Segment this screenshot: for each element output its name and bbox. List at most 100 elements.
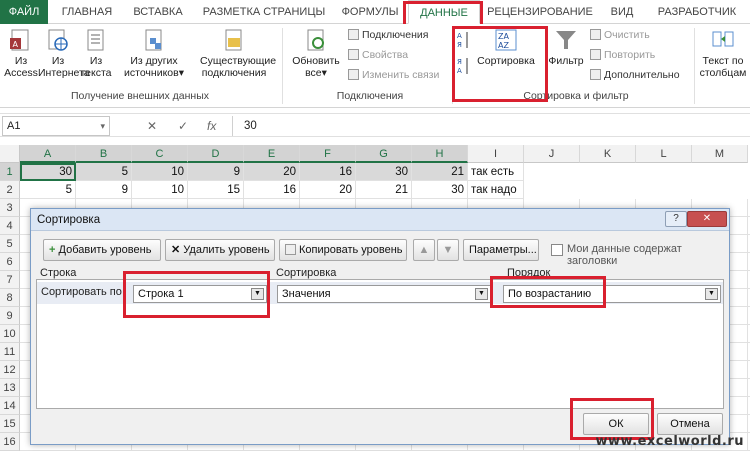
move-up-button[interactable]: ▲ bbox=[413, 239, 435, 261]
column-header-i[interactable]: I bbox=[468, 145, 524, 163]
add-level-button[interactable]: + Добавить уровень bbox=[43, 239, 161, 261]
options-button[interactable]: Параметры... bbox=[463, 239, 539, 261]
cell-b2[interactable]: 9 bbox=[76, 181, 132, 199]
row-header-13[interactable]: 13 bbox=[0, 379, 20, 397]
cell-a2[interactable]: 5 bbox=[20, 181, 76, 199]
cell-e1[interactable]: 20 bbox=[244, 163, 300, 181]
from-web-button[interactable]: Из Интернета bbox=[38, 28, 90, 79]
cell-g2[interactable]: 21 bbox=[356, 181, 412, 199]
copy-level-button[interactable]: Копировать уровень bbox=[279, 239, 407, 261]
row-header-4[interactable]: 4 bbox=[0, 217, 20, 235]
sort-on-value: Значения bbox=[282, 288, 331, 300]
row-header-16[interactable]: 16 bbox=[0, 433, 20, 451]
from-text-button[interactable]: Из текста bbox=[80, 28, 112, 79]
tab-review[interactable]: РЕЦЕНЗИРОВАНИЕ bbox=[486, 0, 594, 24]
clear-label: Очистить bbox=[604, 29, 650, 41]
cell-e2[interactable]: 16 bbox=[244, 181, 300, 199]
column-header-h[interactable]: H bbox=[412, 145, 468, 163]
tab-file[interactable]: ФАЙЛ bbox=[0, 0, 48, 24]
row-header-3[interactable]: 3 bbox=[0, 199, 20, 217]
cell-b1[interactable]: 5 bbox=[76, 163, 132, 181]
tab-insert[interactable]: ВСТАВКА bbox=[124, 0, 192, 24]
row-header-14[interactable]: 14 bbox=[0, 397, 20, 415]
cell-h2[interactable]: 30 bbox=[412, 181, 468, 199]
cell-d2[interactable]: 15 bbox=[188, 181, 244, 199]
advanced-icon bbox=[590, 69, 601, 80]
cell-h1[interactable]: 21 bbox=[412, 163, 468, 181]
row-header-11[interactable]: 11 bbox=[0, 343, 20, 361]
properties-button[interactable]: Свойства bbox=[348, 48, 408, 63]
row-header-10[interactable]: 10 bbox=[0, 325, 20, 343]
row-header-7[interactable]: 7 bbox=[0, 271, 20, 289]
cell-f1[interactable]: 16 bbox=[300, 163, 356, 181]
row-header-6[interactable]: 6 bbox=[0, 253, 20, 271]
formula-bar: A1 ▾ ✕ ✓ fx 30 bbox=[0, 113, 750, 137]
filter-button[interactable]: Фильтр bbox=[546, 28, 586, 67]
select-all-corner[interactable] bbox=[0, 145, 20, 163]
ribbon: A Из Access Из Интернета Из текста Из др… bbox=[0, 24, 750, 108]
row-header-5[interactable]: 5 bbox=[0, 235, 20, 253]
from-other-sources-button[interactable]: Из других источников▾ bbox=[114, 28, 194, 79]
cell-i1[interactable]: так есть bbox=[468, 163, 524, 181]
cell-f2[interactable]: 20 bbox=[300, 181, 356, 199]
text-to-columns-button[interactable]: Текст по столбцам bbox=[698, 28, 748, 79]
reapply-icon bbox=[590, 49, 601, 60]
from-access-label: Из Access bbox=[4, 55, 38, 79]
properties-label: Свойства bbox=[362, 49, 409, 61]
help-icon[interactable]: ? bbox=[665, 211, 687, 227]
sort-on-select[interactable]: Значения ▼ bbox=[277, 285, 491, 303]
headers-checkbox[interactable] bbox=[551, 244, 563, 256]
row-header-12[interactable]: 12 bbox=[0, 361, 20, 379]
column-header-d[interactable]: D bbox=[188, 145, 244, 163]
row-header-9[interactable]: 9 bbox=[0, 307, 20, 325]
dialog-title: Сортировка bbox=[31, 209, 729, 231]
clear-filter-button[interactable]: Очистить bbox=[590, 28, 650, 43]
tab-developer[interactable]: РАЗРАБОТЧИК bbox=[648, 0, 746, 24]
formula-input[interactable]: 30 bbox=[244, 116, 257, 136]
refresh-all-button[interactable]: Обновить все▾ bbox=[290, 28, 342, 79]
column-header-j[interactable]: J bbox=[524, 145, 580, 163]
delete-level-button[interactable]: ✕ Удалить уровень bbox=[165, 239, 275, 261]
delete-level-icon: ✕ bbox=[171, 244, 181, 256]
column-header-b[interactable]: B bbox=[76, 145, 132, 163]
highlight-row-select bbox=[123, 271, 270, 318]
cell-g1[interactable]: 30 bbox=[356, 163, 412, 181]
connections-button[interactable]: Подключения bbox=[348, 28, 428, 43]
column-header-a[interactable]: A bbox=[20, 145, 76, 163]
enter-icon[interactable]: ✓ bbox=[178, 116, 188, 136]
advanced-filter-button[interactable]: Дополнительно bbox=[590, 68, 680, 83]
cancel-button[interactable]: Отмена bbox=[657, 413, 723, 435]
existing-connections-button[interactable]: Существующие подключения bbox=[200, 28, 276, 79]
properties-icon bbox=[348, 49, 359, 60]
column-header-g[interactable]: G bbox=[356, 145, 412, 163]
row-header-2[interactable]: 2 bbox=[0, 181, 20, 199]
cancel-icon[interactable]: ✕ bbox=[147, 116, 157, 136]
name-box[interactable]: A1 ▾ bbox=[2, 116, 110, 136]
watermark: www.excelworld.ru bbox=[595, 434, 744, 449]
column-header-f[interactable]: F bbox=[300, 145, 356, 163]
reapply-button[interactable]: Повторить bbox=[590, 48, 655, 63]
cell-c1[interactable]: 10 bbox=[132, 163, 188, 181]
row-header-1[interactable]: 1 bbox=[0, 163, 20, 181]
close-icon[interactable]: ✕ bbox=[687, 211, 727, 227]
move-down-button[interactable]: ▼ bbox=[437, 239, 459, 261]
edit-links-button[interactable]: Изменить связи bbox=[348, 68, 439, 83]
column-header-l[interactable]: L bbox=[636, 145, 692, 163]
cell-c2[interactable]: 10 bbox=[132, 181, 188, 199]
advanced-label: Дополнительно bbox=[604, 69, 680, 81]
column-header-c[interactable]: C bbox=[132, 145, 188, 163]
column-header-e[interactable]: E bbox=[244, 145, 300, 163]
fx-icon[interactable]: fx bbox=[207, 116, 216, 136]
tab-view[interactable]: ВИД bbox=[602, 0, 642, 24]
tab-page-layout[interactable]: РАЗМЕТКА СТРАНИЦЫ bbox=[198, 0, 330, 24]
cell-i2[interactable]: так надо bbox=[468, 181, 524, 199]
row-header-8[interactable]: 8 bbox=[0, 289, 20, 307]
tab-home[interactable]: ГЛАВНАЯ bbox=[58, 0, 116, 24]
from-access-button[interactable]: A Из Access bbox=[4, 28, 38, 79]
highlight-order-select bbox=[490, 276, 606, 308]
column-header-k[interactable]: K bbox=[580, 145, 636, 163]
row-header-15[interactable]: 15 bbox=[0, 415, 20, 433]
column-header-m[interactable]: M bbox=[692, 145, 748, 163]
cell-d1[interactable]: 9 bbox=[188, 163, 244, 181]
tab-formulas[interactable]: ФОРМУЛЫ bbox=[338, 0, 402, 24]
